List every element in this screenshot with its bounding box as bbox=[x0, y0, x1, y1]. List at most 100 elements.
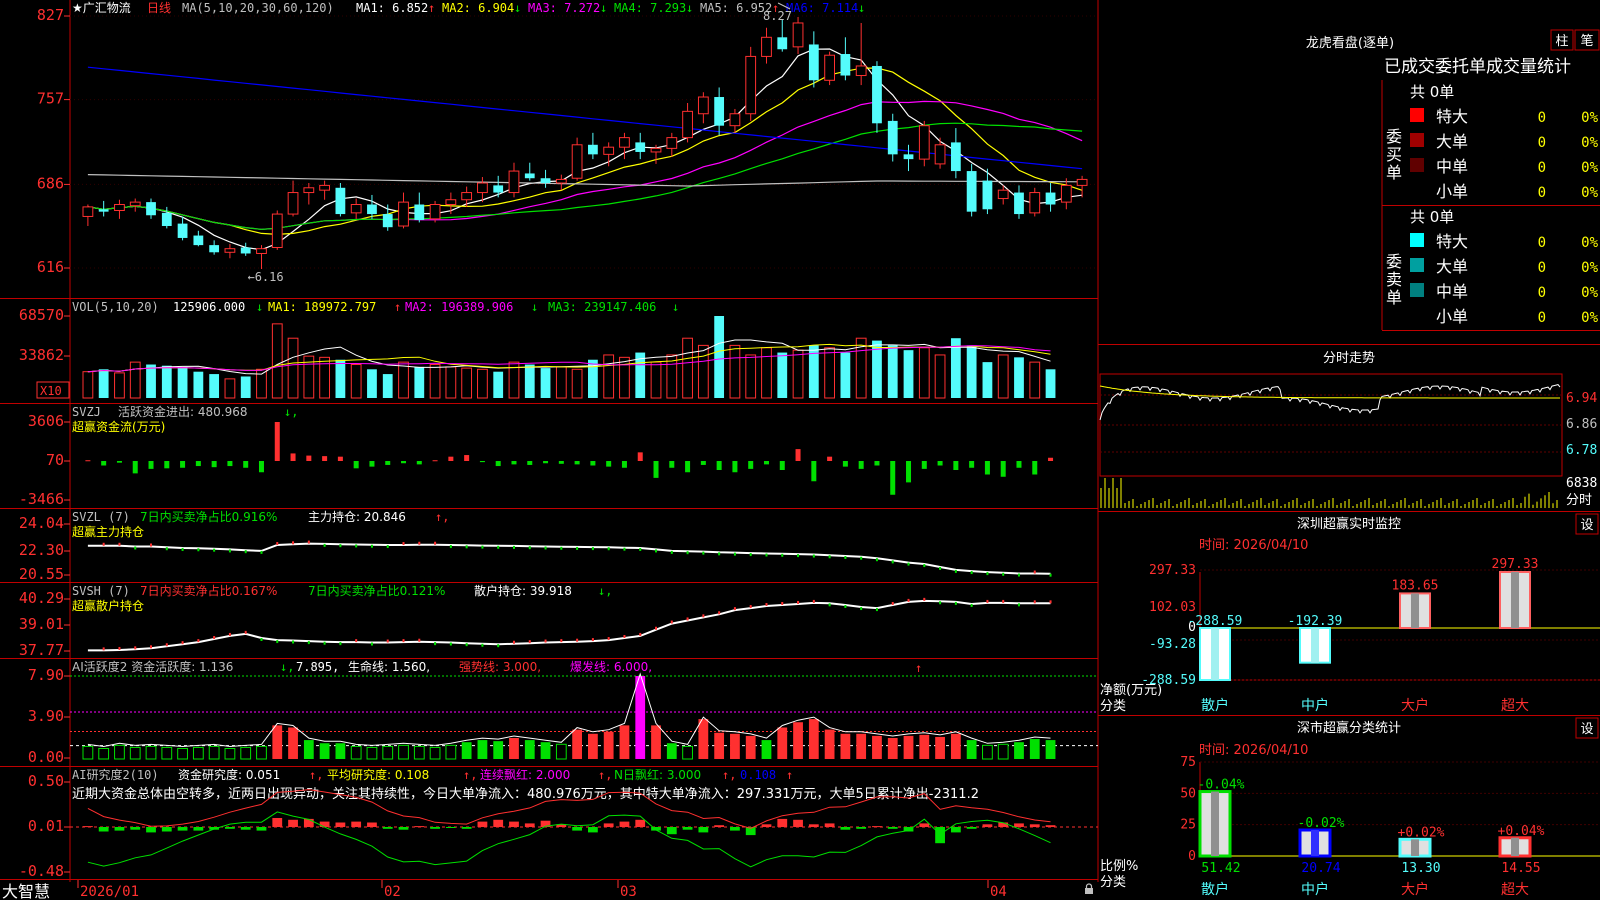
intraday-vol-tick: 6838 bbox=[1566, 476, 1597, 491]
svsh-line-path-tick bbox=[733, 607, 736, 611]
order-row-pct: 0% bbox=[1581, 310, 1598, 326]
svzl-line-path-tick bbox=[276, 542, 279, 546]
fund-flow-bar bbox=[195, 461, 201, 467]
volume-bar bbox=[650, 361, 662, 399]
activity-bar bbox=[224, 747, 236, 760]
volume-bar bbox=[934, 354, 946, 399]
order-row-pct: 0% bbox=[1581, 160, 1598, 176]
cls-category: 大户 bbox=[1401, 881, 1429, 898]
activity-bar bbox=[997, 743, 1009, 760]
sz-bar-shade bbox=[1411, 593, 1419, 628]
volume-bar bbox=[903, 350, 914, 398]
candle-body bbox=[918, 125, 930, 160]
activity-bar bbox=[777, 727, 788, 759]
candle-body bbox=[82, 206, 94, 217]
volume-bar bbox=[114, 372, 125, 399]
x-axis-labels: 2026/01 02 03 04 bbox=[77, 880, 1007, 900]
research-bar bbox=[272, 818, 283, 827]
order-color-swatch bbox=[1410, 158, 1424, 172]
ai-active-arrow: ↓, bbox=[280, 660, 294, 674]
candle bbox=[414, 192, 425, 223]
svzl-line-path-tick bbox=[860, 556, 863, 560]
activity-bar bbox=[208, 745, 220, 760]
candle-body bbox=[603, 146, 615, 155]
fund-flow-bar bbox=[795, 449, 801, 461]
activity-bar bbox=[555, 743, 567, 760]
research-bar bbox=[193, 827, 204, 831]
svzl-line-path-tick bbox=[607, 547, 610, 551]
order-side-char: 买 bbox=[1386, 145, 1402, 164]
svzj-subtitle: 超赢资金流(万元) bbox=[72, 419, 165, 434]
candle-body bbox=[666, 137, 678, 149]
candle bbox=[319, 180, 331, 200]
x-tick-label: 04 bbox=[990, 884, 1007, 900]
order-color-swatch bbox=[1410, 108, 1424, 122]
svsh-line-path-tick bbox=[576, 638, 579, 642]
svzl-line-path-tick bbox=[481, 545, 484, 549]
research-bar bbox=[461, 827, 472, 829]
cls-change-label: -0.04% bbox=[1198, 778, 1245, 793]
candle bbox=[398, 192, 409, 229]
cls-settings-button[interactable]: 设 bbox=[1575, 717, 1599, 739]
research-bar bbox=[288, 819, 298, 827]
y-tick-label: 827 bbox=[37, 6, 64, 24]
research-bar bbox=[603, 823, 614, 827]
sz-cat-label: 分类 bbox=[1100, 699, 1126, 714]
svzl-line-path-tick bbox=[1002, 572, 1005, 576]
candle bbox=[745, 46, 757, 121]
y-tick-label: 3.90 bbox=[28, 707, 64, 725]
activity-bar bbox=[288, 727, 298, 759]
ai-life-line: 生命线: 1.560, bbox=[348, 659, 430, 674]
research-bar bbox=[98, 827, 109, 832]
research-bar bbox=[935, 827, 945, 844]
volume-bar bbox=[619, 356, 630, 399]
activity-bar bbox=[540, 742, 551, 759]
volume-bar bbox=[840, 352, 851, 398]
svzl-line-path-tick bbox=[213, 548, 216, 552]
tick-button[interactable]: 笔 bbox=[1574, 29, 1600, 51]
volume-bar bbox=[445, 366, 457, 399]
ai-research-fund: 资金研究度: 0.051 bbox=[178, 767, 280, 782]
candle bbox=[240, 242, 251, 256]
ai-research-lian: 连续飘红: 2.000 bbox=[480, 767, 570, 782]
fund-flow-bar bbox=[606, 461, 612, 467]
svsh-line-path-tick bbox=[718, 611, 721, 615]
fund-flow-bar bbox=[479, 461, 485, 463]
svsh-line-path-tick bbox=[355, 639, 358, 643]
lock-icon[interactable] bbox=[1085, 883, 1093, 894]
fund-flow-bar bbox=[527, 461, 533, 465]
svsh-line-path-tick bbox=[197, 639, 200, 643]
svsh-line-path-tick bbox=[828, 603, 831, 607]
candle-body bbox=[555, 178, 567, 184]
candle-body bbox=[98, 209, 109, 212]
sz-bar-shade bbox=[1311, 628, 1319, 663]
candle-body bbox=[950, 142, 961, 172]
order-row-name: 特大 bbox=[1436, 232, 1468, 251]
y-axis-labels: 827 757 686 616 68570 33862 3606 70 -3466 24.04 22… bbox=[19, 6, 70, 880]
research-bar bbox=[982, 824, 993, 827]
svzl-line bbox=[87, 540, 1052, 577]
candle bbox=[697, 92, 709, 124]
svzl-line-path-tick bbox=[907, 562, 910, 566]
svsh-line-path-tick bbox=[954, 601, 957, 605]
column-button[interactable]: 柱 bbox=[1550, 29, 1574, 51]
sz-settings-button[interactable]: 设 bbox=[1575, 513, 1599, 535]
candle bbox=[950, 128, 961, 179]
candle-body bbox=[982, 180, 993, 210]
activity-bar bbox=[429, 746, 441, 760]
order-color-swatch bbox=[1410, 283, 1424, 297]
svzl-line-path-tick bbox=[434, 541, 437, 545]
candle bbox=[714, 87, 725, 136]
candle bbox=[493, 175, 504, 198]
svsh-line-path-tick bbox=[812, 599, 815, 603]
ai-research-arrow5: ↑ bbox=[786, 768, 793, 782]
svzl-line-path-tick bbox=[544, 546, 547, 550]
cls-tick: 0 bbox=[1188, 849, 1196, 864]
vol-title: VOL(5,10,20) bbox=[72, 300, 159, 314]
candle bbox=[1029, 187, 1041, 217]
fund-flow-bar bbox=[558, 461, 564, 464]
svzj-arrow: ↓, bbox=[284, 405, 298, 419]
ma5-line bbox=[87, 48, 1083, 251]
research-bar bbox=[382, 827, 393, 829]
order-row-name: 中单 bbox=[1436, 157, 1468, 176]
